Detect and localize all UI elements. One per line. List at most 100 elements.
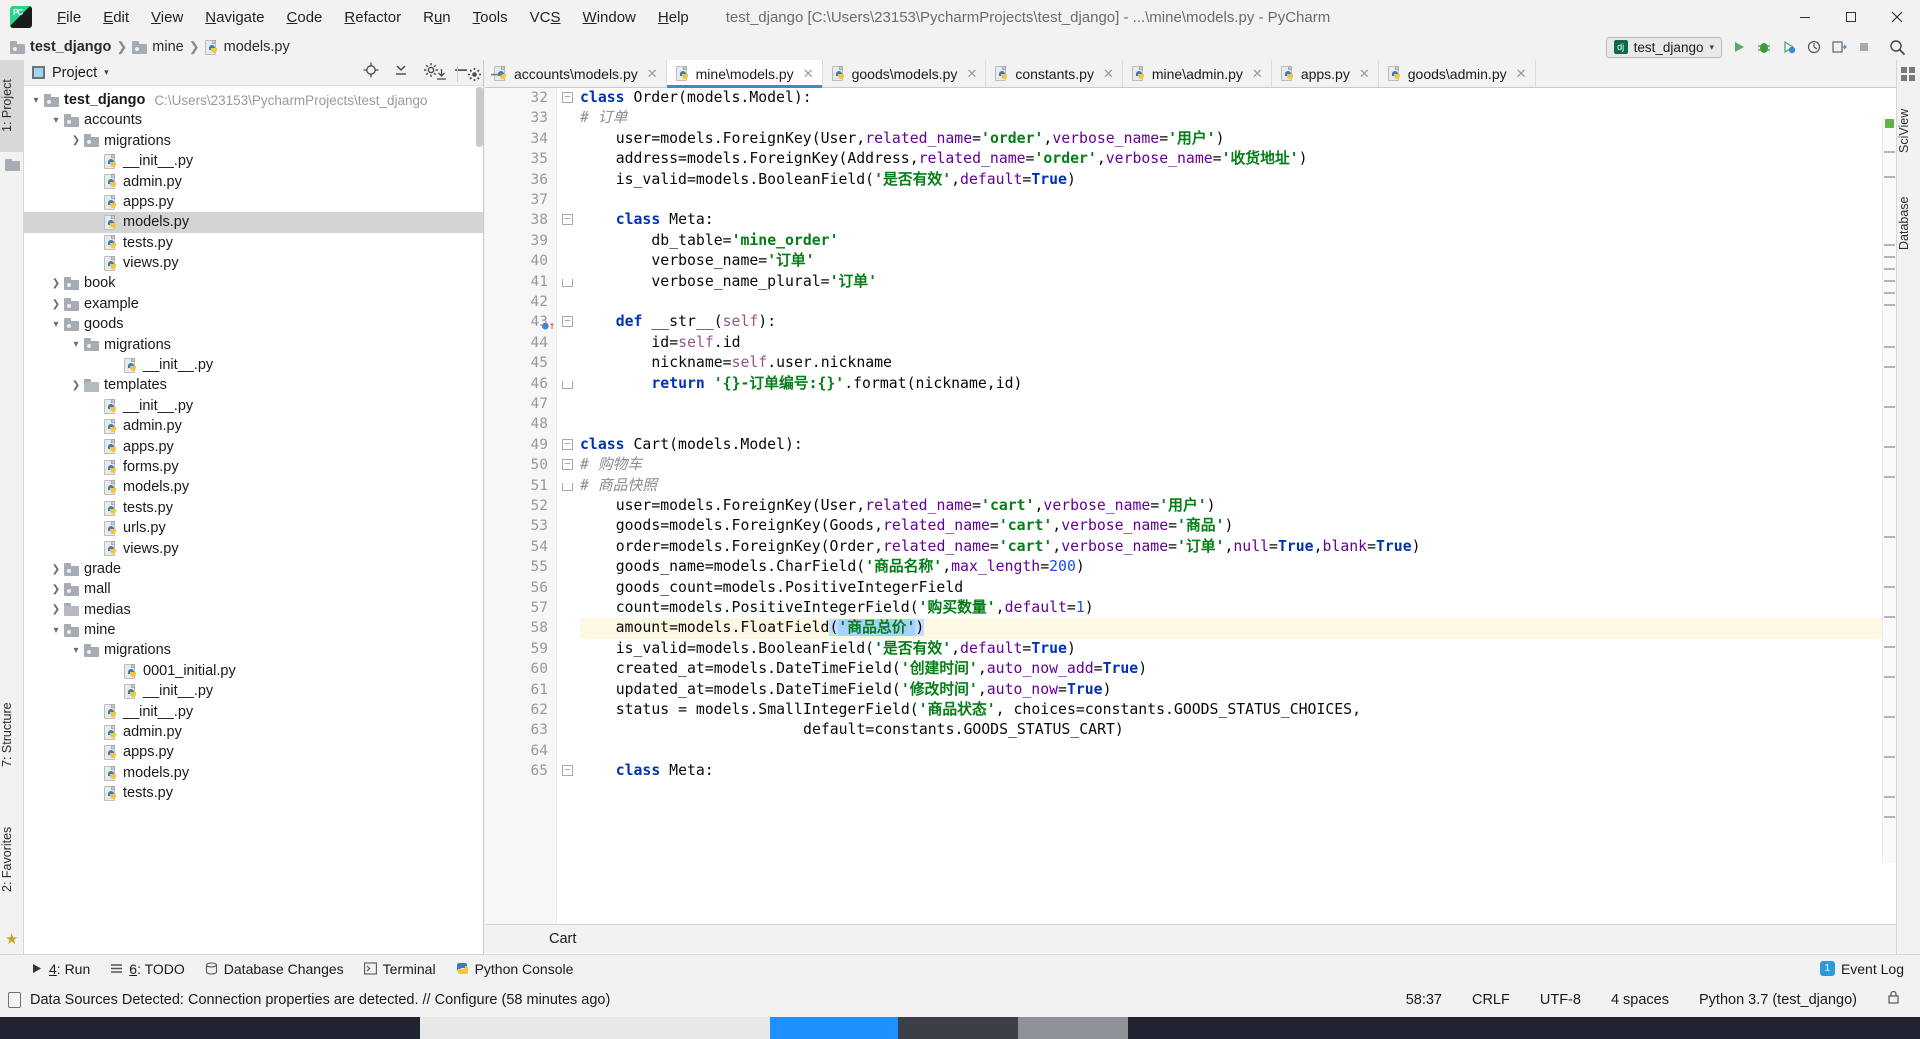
tree-file-item[interactable]: ❯admin.py [24, 172, 483, 192]
tool-tab-database[interactable]: Database [1897, 180, 1920, 266]
code-line[interactable]: verbose_name_plural='订单' [562, 272, 1896, 292]
taskbar-window-1[interactable] [420, 1017, 770, 1039]
code-line[interactable]: created_at=models.DateTimeField('创建时间',a… [580, 659, 1896, 679]
code-line[interactable] [580, 394, 1896, 414]
menu-navigate[interactable]: Navigate [194, 5, 275, 30]
tree-file-item[interactable]: ❯models.py [24, 212, 483, 233]
status-message[interactable]: Data Sources Detected: Connection proper… [30, 992, 610, 1008]
breadcrumb[interactable]: test_django ❯ mine ❯ models.py [10, 39, 290, 55]
chevron-right-icon[interactable]: ❯ [48, 604, 64, 615]
chevron-right-icon[interactable]: ❯ [68, 380, 84, 391]
code-line[interactable]: goods_name=models.CharField('商品名称',max_l… [580, 557, 1896, 577]
code-line[interactable] [580, 190, 1896, 210]
close-icon[interactable]: ✕ [1103, 66, 1114, 82]
code-line[interactable] [580, 741, 1896, 761]
chevron-down-icon[interactable]: ▾ [28, 95, 44, 106]
menu-file[interactable]: File [46, 5, 92, 30]
tree-folder-item[interactable]: ▾ migrations [24, 641, 483, 661]
tree-folder-item[interactable]: ▾ mine [24, 620, 483, 640]
menu-run[interactable]: Run [412, 5, 462, 30]
run-coverage-button[interactable] [1781, 39, 1797, 55]
code-content[interactable]: – class Order(models.Model): # 订单 user=mod… [542, 88, 1896, 924]
editor-tab[interactable]: apps.py ✕ [1271, 60, 1379, 87]
tree-file-item[interactable]: ❯models.py [24, 477, 483, 497]
taskbar-window-3[interactable] [1018, 1017, 1128, 1039]
tree-file-item[interactable]: ❯admin.py [24, 416, 483, 436]
tree-file-item[interactable]: ❯admin.py [24, 722, 483, 742]
tree-file-item[interactable]: ❯tests.py [24, 233, 483, 253]
chevron-down-icon[interactable]: ▾ [104, 67, 109, 78]
editor-tab[interactable]: goods\models.py ✕ [822, 60, 987, 87]
tree-folder-item[interactable]: ❯ example [24, 294, 483, 314]
chevron-down-icon[interactable]: ▾ [48, 115, 64, 126]
maximize-button[interactable] [1828, 0, 1874, 34]
tree-folder-item[interactable]: ❯ grade [24, 559, 483, 579]
editor-tab[interactable]: accounts\models.py ✕ [485, 60, 667, 87]
code-line[interactable]: order=models.ForeignKey(Order,related_na… [580, 537, 1896, 557]
code-line[interactable]: is_valid=models.BooleanField('是否有效',defa… [580, 170, 1896, 190]
error-stripe[interactable] [1882, 116, 1896, 863]
window-controls[interactable] [1782, 0, 1920, 34]
tree-folder-item[interactable]: ❯ medias [24, 600, 483, 620]
code-line[interactable]: id=self.id [580, 333, 1896, 353]
file-encoding[interactable]: UTF-8 [1540, 992, 1581, 1008]
fold-marker-icon[interactable]: – [562, 765, 573, 777]
inspection-status-icon[interactable] [1885, 119, 1894, 128]
code-line[interactable]: goods=models.ForeignKey(Goods,related_na… [580, 516, 1896, 536]
minimize-button[interactable] [1782, 0, 1828, 34]
fold-marker-icon[interactable]: – [562, 92, 573, 103]
code-line[interactable]: # 商品快照 [562, 476, 1896, 496]
tree-file-item[interactable]: ❯apps.py [24, 437, 483, 457]
editor-breadcrumb[interactable]: Cart [485, 924, 1896, 953]
chevron-right-icon[interactable]: ❯ [48, 278, 64, 289]
tree-folder-item[interactable]: ❯ templates [24, 375, 483, 395]
search-icon[interactable] [1889, 39, 1906, 56]
editor-tab[interactable]: mine\admin.py ✕ [1122, 60, 1272, 87]
scroll-from-source-icon[interactable] [363, 62, 379, 83]
notification-icon[interactable] [8, 991, 21, 1008]
editor-tab[interactable]: mine\models.py ✕ [666, 60, 823, 88]
chevron-down-icon[interactable]: ▾ [48, 625, 64, 636]
code-line[interactable]: – ●↑ def __str__(self): [542, 312, 1896, 332]
indent-setting[interactable]: 4 spaces [1611, 992, 1669, 1008]
menu-code[interactable]: Code [276, 5, 334, 30]
project-scrollbar[interactable] [476, 87, 483, 147]
close-icon[interactable]: ✕ [647, 66, 658, 82]
tool-window-todo[interactable]: 6: TODO [110, 961, 185, 977]
code-line[interactable]: – class Meta: [562, 761, 1896, 781]
fold-gutter[interactable] [557, 88, 580, 924]
editor-tab[interactable]: goods\admin.py ✕ [1378, 60, 1536, 87]
code-line[interactable]: updated_at=models.DateTimeField('修改时间',a… [580, 680, 1896, 700]
hide-editor-icon[interactable] [485, 67, 507, 82]
fold-marker-icon[interactable]: – [562, 316, 573, 328]
tree-file-item[interactable]: ❯__init__.py [24, 151, 483, 171]
tree-folder-item[interactable]: ❯ migrations [24, 131, 483, 151]
line-number-gutter[interactable]: 32 33 34 35 36 37 38 39 40 41 42 43 44 45 46 47 48 49 50 51… [485, 88, 557, 924]
tree-folder-item[interactable]: ❯ book [24, 274, 483, 294]
tree-file-item[interactable]: ❯views.py [24, 253, 483, 273]
code-line[interactable]: default=constants.GOODS_STATUS_CART) [580, 720, 1896, 740]
tool-tab-favorites[interactable]: 2: Favorites [0, 800, 24, 918]
tree-file-item[interactable]: ❯__init__.py [24, 396, 483, 416]
breadcrumb-item-project[interactable]: test_django [30, 39, 111, 55]
tree-file-item[interactable]: ❯apps.py [24, 743, 483, 763]
chevron-down-icon[interactable]: ▾ [68, 339, 84, 350]
tool-window-run[interactable]: 4: Run [30, 961, 90, 977]
expand-all-icon[interactable] [430, 67, 452, 82]
tree-folder-item[interactable]: ▾ goods [24, 314, 483, 334]
taskbar-window-2[interactable] [898, 1017, 1018, 1039]
close-icon[interactable]: ✕ [1359, 66, 1370, 82]
tree-folder-item[interactable]: ❯ mall [24, 579, 483, 599]
close-icon[interactable]: ✕ [1252, 66, 1263, 82]
tree-file-item[interactable]: ❯__init__.py [24, 355, 483, 375]
tree-file-item[interactable]: ❯tests.py [24, 783, 483, 803]
tree-file-item[interactable]: ❯__init__.py [24, 681, 483, 701]
tool-window-python-console[interactable]: Python Console [456, 961, 573, 977]
chevron-right-icon[interactable]: ❯ [48, 299, 64, 310]
line-separator[interactable]: CRLF [1472, 992, 1510, 1008]
chevron-right-icon[interactable]: ❯ [68, 135, 84, 146]
code-line[interactable]: # 订单 [580, 108, 1896, 128]
code-line[interactable] [580, 414, 1896, 434]
tree-file-item[interactable]: ❯models.py [24, 763, 483, 783]
code-line[interactable] [580, 292, 1896, 312]
